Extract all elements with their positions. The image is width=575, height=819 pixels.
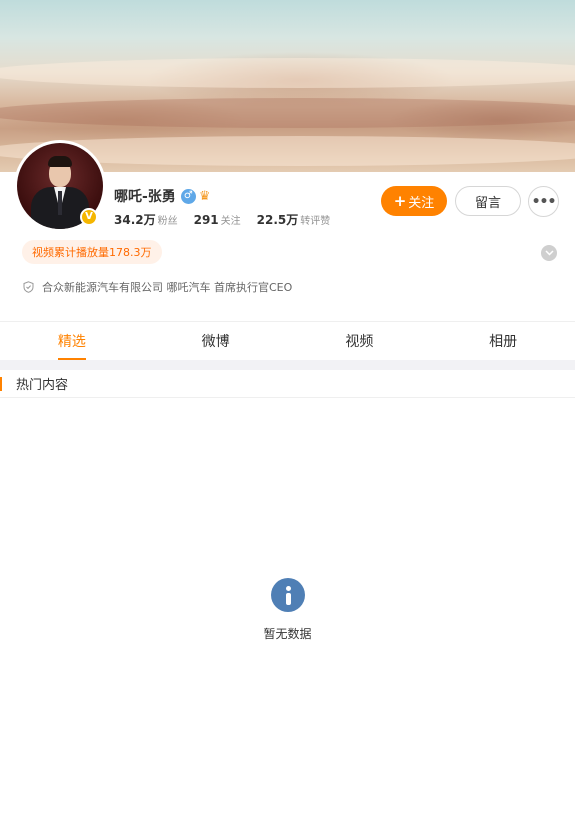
- profile-name: 哪吒-张勇: [114, 189, 176, 205]
- crown-badge-icon[interactable]: ♛: [199, 190, 211, 203]
- section-title: 热门内容: [16, 378, 69, 393]
- stat-label: 粉丝: [157, 216, 178, 227]
- tab-featured[interactable]: 精选: [0, 322, 144, 360]
- video-plays-badge: 视频累计播放量178.3万: [22, 240, 162, 264]
- verified-v-icon: V: [80, 208, 98, 226]
- shield-icon: [23, 281, 34, 293]
- tab-video[interactable]: 视频: [288, 322, 432, 360]
- profile-cover-image: [0, 0, 575, 172]
- stat-following[interactable]: 291 关注: [194, 212, 241, 227]
- info-icon: [270, 578, 305, 612]
- tab-album[interactable]: 相册: [431, 322, 575, 360]
- stat-reposts-likes: 22.5万 转评赞: [257, 211, 331, 228]
- male-icon: ♂: [180, 188, 196, 204]
- sand-dune-shape: [0, 58, 575, 88]
- profile-name-row: 哪吒-张勇 ♂ ♛: [114, 186, 210, 206]
- profile-stats: 34.2万 粉丝 291 关注 22.5万 转评赞: [114, 211, 346, 228]
- stat-label: 关注: [220, 216, 241, 227]
- follow-button[interactable]: + 关注: [381, 186, 447, 216]
- message-button[interactable]: 留言: [455, 186, 521, 216]
- tab-weibo[interactable]: 微博: [144, 322, 288, 360]
- sand-dune-shape: [0, 98, 575, 128]
- company-text: 合众新能源汽车有限公司 哪吒汽车 首席执行官CEO: [42, 281, 293, 294]
- empty-message: 暂无数据: [263, 627, 312, 641]
- verification-info: 合众新能源汽车有限公司 哪吒汽车 首席执行官CEO: [23, 279, 292, 295]
- stat-value: 22.5万: [256, 213, 299, 227]
- chevron-down-icon[interactable]: [541, 245, 557, 261]
- stat-value: 291: [193, 213, 219, 227]
- section-accent-bar: [0, 376, 2, 391]
- follow-label: 关注: [408, 195, 435, 211]
- profile-tabs: 精选 微博 视频 相册: [0, 322, 575, 360]
- empty-state: 暂无数据: [0, 578, 575, 642]
- stat-label: 转评赞: [300, 216, 331, 227]
- plus-icon: +: [393, 192, 407, 210]
- stat-fans[interactable]: 34.2万 粉丝: [114, 211, 178, 228]
- more-options-button[interactable]: •••: [528, 186, 559, 217]
- section-header: 热门内容: [0, 370, 575, 398]
- stat-value: 34.2万: [114, 213, 156, 227]
- section-gap: [0, 360, 575, 370]
